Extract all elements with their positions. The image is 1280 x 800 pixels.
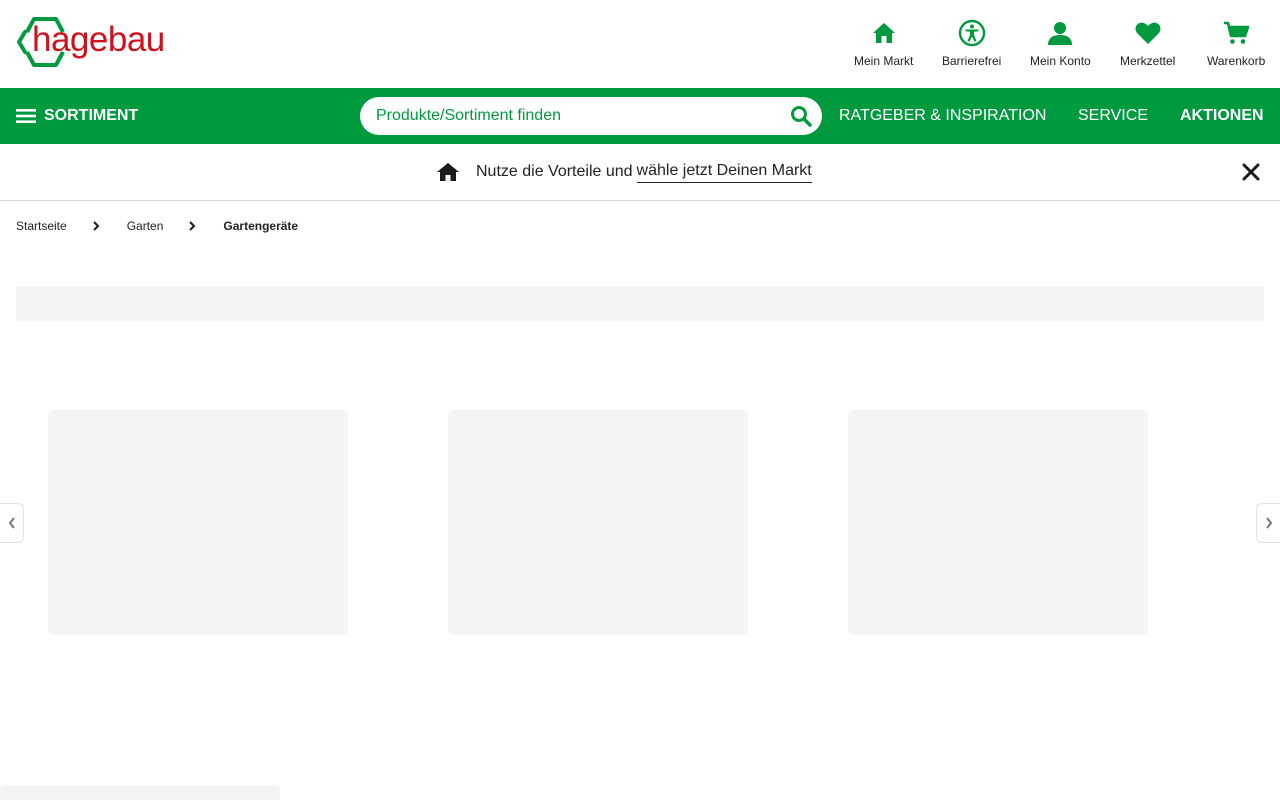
- breadcrumb-item-startseite[interactable]: Startseite: [16, 219, 67, 233]
- cart-icon: [1224, 21, 1250, 44]
- search-input[interactable]: [376, 97, 776, 135]
- sortiment-menu-button[interactable]: SORTIMENT: [16, 88, 138, 144]
- home-icon: [872, 23, 895, 43]
- chevron-right-icon: [1265, 517, 1272, 529]
- nav-link-aktionen[interactable]: AKTIONEN: [1180, 88, 1264, 144]
- header-mein-konto[interactable]: Mein Konto: [1030, 18, 1091, 68]
- breadcrumb-item-garten[interactable]: Garten: [127, 219, 164, 233]
- banner-content: Nutze die Vorteile und wähle jetzt Deine…: [436, 144, 812, 200]
- nav-link-service[interactable]: SERVICE: [1078, 88, 1148, 144]
- header-mein-markt[interactable]: Mein Markt: [854, 18, 913, 68]
- chevron-right-icon: [92, 221, 100, 231]
- banner-text: Nutze die Vorteile und: [476, 163, 633, 180]
- header-warenkorb[interactable]: Warenkorb: [1207, 18, 1265, 68]
- main-navigation: SORTIMENT RATGEBER & INSPIRATION SERVICE…: [0, 88, 1280, 144]
- breadcrumb: Startseite Garten Gartengeräte: [16, 218, 298, 234]
- header-merkzettel[interactable]: Merkzettel: [1120, 18, 1175, 68]
- hagebau-logo[interactable]: hagebau: [14, 14, 174, 74]
- search-box: [360, 97, 822, 135]
- close-icon[interactable]: [1240, 161, 1262, 183]
- accessibility-icon: [958, 19, 985, 47]
- nav-link-ratgeber[interactable]: RATGEBER & INSPIRATION: [839, 88, 1046, 144]
- chevron-left-icon: [8, 517, 15, 529]
- chevron-right-icon: [189, 221, 196, 231]
- loading-placeholder-card: [448, 410, 748, 635]
- carousel-next-button[interactable]: [1256, 503, 1280, 543]
- loading-placeholder-card: [48, 410, 348, 635]
- choose-market-link[interactable]: wähle jetzt Deinen Markt: [636, 162, 812, 183]
- header-icon-label: Merkzettel: [1120, 54, 1176, 68]
- carousel-prev-button[interactable]: [0, 503, 24, 543]
- header-icon-label: Mein Markt: [854, 54, 914, 68]
- header-icon-label: Mein Konto: [1030, 54, 1091, 68]
- header-icon-label: Barrierefrei: [942, 54, 1002, 68]
- market-selection-banner: Nutze die Vorteile und wähle jetzt Deine…: [0, 144, 1280, 201]
- search-icon[interactable]: [790, 105, 812, 127]
- hamburger-menu-icon: [16, 109, 36, 123]
- user-icon: [1048, 22, 1073, 45]
- header-icon-label: Warenkorb: [1207, 54, 1266, 68]
- header-barrierefrei[interactable]: Barrierefrei: [942, 18, 1001, 68]
- breadcrumb-item-gartengeraete: Gartengeräte: [223, 219, 299, 233]
- heart-icon: [1135, 22, 1161, 44]
- sortiment-label: SORTIMENT: [44, 107, 139, 124]
- logo-text: hagebau: [32, 20, 165, 59]
- loading-placeholder-card: [848, 410, 1148, 635]
- site-header: hagebau Mein Markt Barrierefrei Mein Kon…: [0, 0, 1280, 88]
- loading-placeholder-bar: [16, 286, 1264, 321]
- loading-placeholder-bar: [0, 786, 280, 800]
- house-icon: [437, 163, 459, 181]
